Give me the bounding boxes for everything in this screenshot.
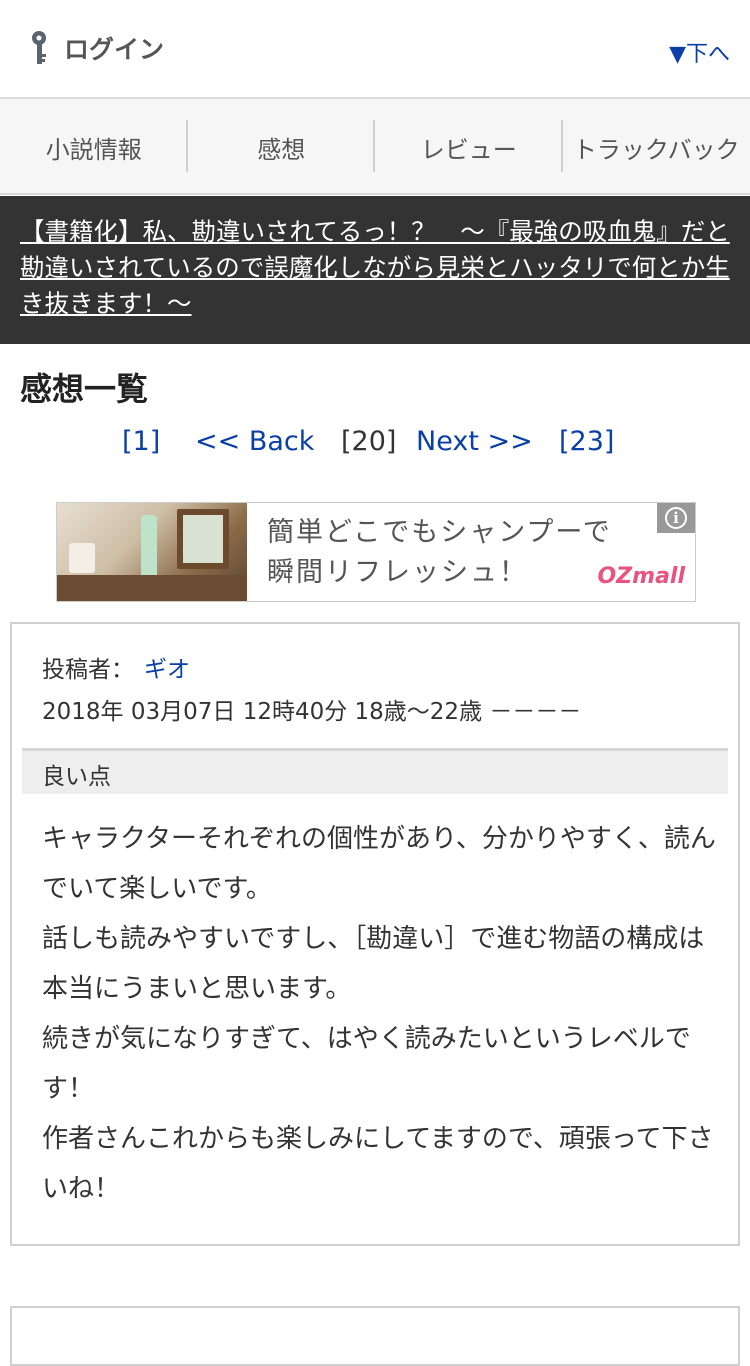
ad-line-2: 瞬間リフレッシュ！: [267, 553, 612, 593]
poster-row: 投稿者： ギオ: [42, 650, 190, 684]
review-meta: 2018年 03月07日 12時40分 18歳～22歳 －－－－: [42, 692, 581, 726]
page-last-link[interactable]: [23]: [559, 426, 614, 457]
login-label: ログイン: [64, 30, 164, 66]
scroll-down-link[interactable]: ▼下へ: [669, 36, 730, 68]
poster-label: 投稿者：: [42, 657, 134, 683]
ad-info-button[interactable]: i: [657, 503, 695, 533]
table-shape: [57, 575, 247, 602]
review-line: 続きが気になりすぎて、はやく読みたいというレベルです！: [42, 1014, 722, 1114]
page-next-link[interactable]: Next >>: [416, 426, 533, 457]
mirror-shape: [177, 509, 229, 569]
info-icon: i: [665, 507, 687, 529]
tab-reviews[interactable]: レビュー: [375, 99, 563, 195]
tab-trackback[interactable]: トラックバック: [563, 99, 750, 195]
page-first-link[interactable]: [1]: [122, 426, 160, 457]
pagination: [1] << Back [20] Next >> [23]: [0, 426, 750, 464]
page-current: [20]: [341, 426, 396, 457]
bottle-shape: [141, 515, 157, 583]
review-body: キャラクターそれぞれの個性があり、分かりやすく、読んでいて楽しいです。 話しも読…: [42, 814, 722, 1214]
candle-shape: [69, 543, 95, 573]
poster-name-link[interactable]: ギオ: [144, 657, 190, 683]
key-icon: [28, 30, 50, 66]
novel-title-link[interactable]: 【書籍化】私、勘違いされてるっ！？ 〜『最強の吸血鬼』だと勘違いされているので誤…: [20, 217, 730, 318]
page-title: 感想一覧: [20, 364, 148, 410]
ad-banner[interactable]: 簡単どこでもシャンプーで 瞬間リフレッシュ！ OZmall i: [56, 502, 696, 602]
review-line: 話しも読みやすいですし、［勘違い］で進む物語の構成は本当にうまいと思います。: [42, 914, 722, 1014]
review-line: 作者さんこれからも楽しみにしてますので、頑張って下さいね！: [42, 1114, 722, 1214]
tab-novel-info[interactable]: 小説情報: [0, 99, 188, 195]
page-back-link[interactable]: << Back: [195, 426, 314, 457]
good-points-heading: 良い点: [22, 748, 728, 794]
ad-copy: 簡単どこでもシャンプーで 瞬間リフレッシュ！: [267, 513, 612, 593]
login-link[interactable]: ログイン: [28, 30, 164, 66]
novel-title-banner: 【書籍化】私、勘違いされてるっ！？ 〜『最強の吸血鬼』だと勘違いされているので誤…: [0, 196, 750, 344]
top-bar: ログイン ▼下へ: [0, 0, 750, 99]
nav-tabs: 小説情報 感想 レビュー トラックバック: [0, 99, 750, 195]
next-review-card: [10, 1306, 740, 1366]
ad-photo: [57, 503, 247, 602]
ad-line-1: 簡単どこでもシャンプーで: [267, 513, 612, 553]
tab-impressions[interactable]: 感想: [188, 99, 376, 195]
review-card: 投稿者：ギオ 2018年 03月07日 12時40分 18歳～22歳 －－－－ …: [10, 622, 740, 1246]
ad-brand-logo: OZmall: [597, 564, 685, 589]
review-line: キャラクターそれぞれの個性があり、分かりやすく、読んでいて楽しいです。: [42, 814, 722, 914]
